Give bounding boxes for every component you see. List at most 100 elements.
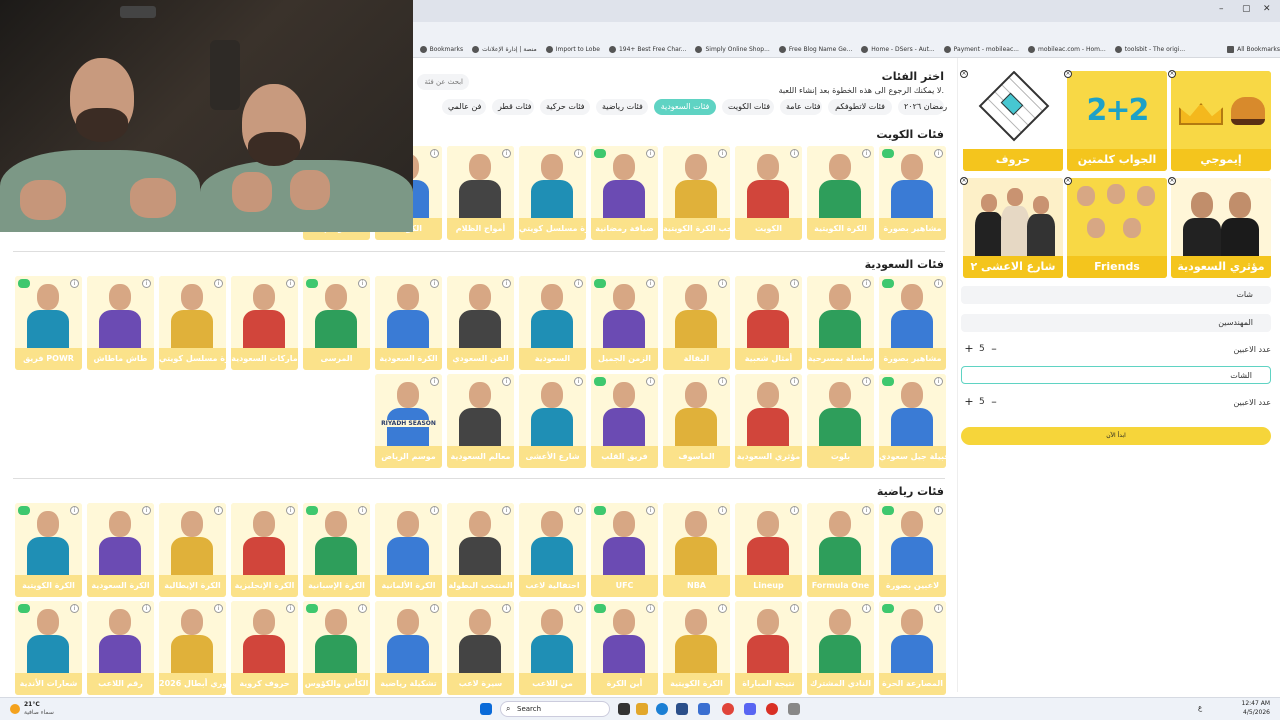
category-tile[interactable]: شارع الأعشى i (519, 374, 586, 468)
category-tile[interactable]: فريق القلب i (591, 374, 658, 468)
info-icon[interactable]: i (142, 506, 151, 515)
bookmark-item[interactable]: Bookmarks (419, 46, 463, 53)
decrement-button[interactable]: – (987, 342, 1001, 356)
category-tile[interactable]: الكرة الإيطالية i (159, 503, 226, 597)
info-icon[interactable]: i (790, 279, 799, 288)
info-icon[interactable]: i (934, 149, 943, 158)
info-icon[interactable]: i (934, 506, 943, 515)
info-icon[interactable]: i (790, 604, 799, 613)
info-icon[interactable]: i (718, 279, 727, 288)
bookmark-item[interactable]: mobileac.com - Hom... (1027, 46, 1106, 53)
category-tile[interactable]: حروف كروية i (231, 601, 298, 695)
info-icon[interactable]: i (430, 506, 439, 515)
info-icon[interactable]: i (214, 506, 223, 515)
category-tile[interactable]: مشاهير بصورة i (879, 146, 946, 240)
category-tile[interactable]: نتيجة المباراة i (735, 601, 802, 695)
bookmark-item[interactable]: 194+ Best Free Char... (608, 46, 686, 53)
selected-category-friends[interactable]: Friends (1067, 178, 1167, 278)
category-tile[interactable]: موسم الرياض i RIYADH SEASON (375, 374, 442, 468)
info-icon[interactable]: i (574, 149, 583, 158)
category-tile[interactable]: مشاهير بصورة i (879, 276, 946, 370)
bookmark-item[interactable]: منصة | إدارة الإعلانات (472, 46, 537, 53)
category-tile[interactable]: المصارعة الحرة i (879, 601, 946, 695)
category-tile[interactable]: سيرة مسلسل كويتي i (519, 146, 586, 240)
category-tile[interactable]: الكويت i (735, 146, 802, 240)
category-tile[interactable]: منتخب الكرة الكويتية i (663, 146, 730, 240)
info-icon[interactable]: i (646, 377, 655, 386)
info-icon[interactable]: i (862, 377, 871, 386)
info-icon[interactable]: i (358, 279, 367, 288)
filter-pill[interactable]: فئات حركية (540, 99, 590, 115)
info-icon[interactable]: i (574, 377, 583, 386)
category-tile[interactable]: ضيافة رمضانية i (591, 146, 658, 240)
info-icon[interactable]: i (574, 604, 583, 613)
selected-category-two-words[interactable]: 2+2 الجواب كلمتين (1067, 71, 1167, 171)
info-icon[interactable]: i (286, 506, 295, 515)
category-tile[interactable]: الكرة الكويتية i (807, 146, 874, 240)
filter-pill[interactable]: فئات السعودية (654, 99, 716, 115)
clock-date[interactable]: 4/5/2026 (1226, 709, 1270, 716)
info-icon[interactable]: i (358, 604, 367, 613)
info-icon[interactable]: i (142, 279, 151, 288)
info-icon[interactable]: i (502, 149, 511, 158)
info-icon[interactable]: i (646, 506, 655, 515)
info-icon[interactable]: i (718, 604, 727, 613)
category-tile[interactable]: النادي المشترك i (807, 601, 874, 695)
category-tile[interactable]: NBA i (663, 503, 730, 597)
info-icon[interactable]: i (934, 377, 943, 386)
info-icon[interactable]: i (214, 604, 223, 613)
store-icon[interactable] (676, 703, 688, 715)
category-tile[interactable]: المرسى i (303, 276, 370, 370)
language-indicator[interactable]: ع (1198, 704, 1202, 712)
info-icon[interactable]: i (934, 604, 943, 613)
info-icon[interactable]: i (718, 506, 727, 515)
category-tile[interactable]: الكرة السعودية i (375, 276, 442, 370)
info-icon[interactable]: i (70, 604, 79, 613)
info-icon[interactable]: i (862, 506, 871, 515)
windows-start-icon[interactable] (480, 703, 492, 715)
category-tile[interactable]: قبيلة جيل سعودي i (879, 374, 946, 468)
category-tile[interactable]: سيرة لاعب i (447, 601, 514, 695)
info-icon[interactable]: i (862, 604, 871, 613)
info-icon[interactable]: i (430, 604, 439, 613)
category-tile[interactable]: معالم السعودية i (447, 374, 514, 468)
edge-icon[interactable] (656, 703, 668, 715)
category-tile[interactable]: سلسلة بمسرحية i (807, 276, 874, 370)
info-icon[interactable]: i (70, 506, 79, 515)
category-tile[interactable]: أمثال شعبية i (735, 276, 802, 370)
selected-category-al-asha[interactable]: شارع الاعشى ٢ (963, 178, 1063, 278)
info-icon[interactable]: i (646, 279, 655, 288)
category-tile[interactable]: الماسوف i (663, 374, 730, 468)
info-icon[interactable]: i (502, 377, 511, 386)
info-icon[interactable]: i (574, 506, 583, 515)
info-icon[interactable]: i (430, 279, 439, 288)
category-tile[interactable]: الكرة الكويتية i (15, 503, 82, 597)
category-tile[interactable]: رقم اللاعب i (87, 601, 154, 695)
category-tile[interactable]: الكرة الكويتية i (663, 601, 730, 695)
category-tile[interactable]: UFC i (591, 503, 658, 597)
category-tile[interactable]: السعودية i (519, 276, 586, 370)
category-tile[interactable]: ماركات السعودية i (231, 276, 298, 370)
remove-category-icon[interactable]: × (960, 70, 968, 78)
category-tile[interactable]: أمواج الظلام i (447, 146, 514, 240)
bookmark-item[interactable]: Free Blog Name Ge... (778, 46, 852, 53)
category-tile[interactable]: البقالة i (663, 276, 730, 370)
filter-pill[interactable]: فئات رياضية (596, 99, 648, 115)
category-tile[interactable]: طاش ماطاش i (87, 276, 154, 370)
selected-category-letters[interactable]: حروف (963, 71, 1063, 171)
task-view-icon[interactable] (618, 703, 630, 715)
category-tile[interactable]: الكأس والكؤوس i (303, 601, 370, 695)
category-tile[interactable]: مؤثري السعودية i (735, 374, 802, 468)
category-tile[interactable]: المنتخب البطولة i (447, 503, 514, 597)
info-icon[interactable]: i (862, 149, 871, 158)
info-icon[interactable]: i (70, 279, 79, 288)
selected-category-emoji[interactable]: إيموجي (1171, 71, 1271, 171)
category-tile[interactable]: الفن السعودي i (447, 276, 514, 370)
category-tile[interactable]: الكرة الألمانية i (375, 503, 442, 597)
category-tile[interactable]: سيرة مسلسل كويتي i (159, 276, 226, 370)
selected-category-saudi-influencers[interactable]: مؤثري السعودية (1171, 178, 1271, 278)
discord-icon[interactable] (744, 703, 756, 715)
info-icon[interactable]: i (646, 149, 655, 158)
team3-name-field[interactable]: الشات (961, 366, 1271, 384)
info-icon[interactable]: i (790, 377, 799, 386)
